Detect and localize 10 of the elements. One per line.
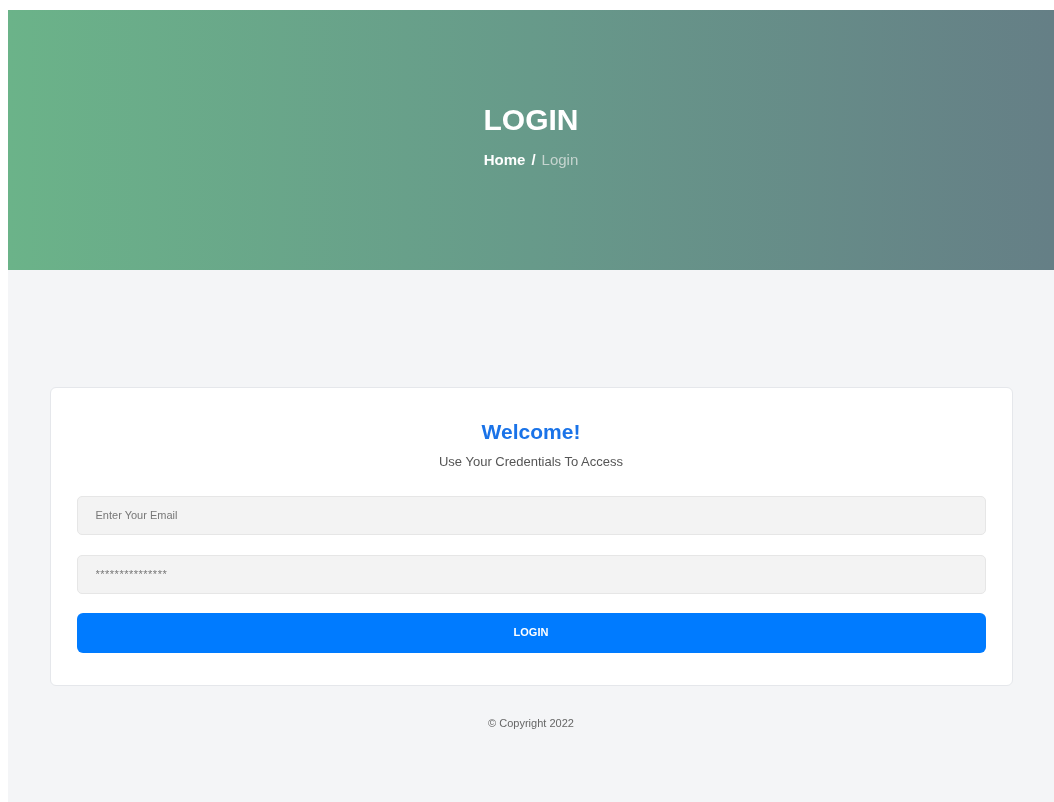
login-button[interactable]: LOGIN: [76, 612, 986, 653]
breadcrumb-link[interactable]: Login: [541, 148, 579, 172]
breadcrumb-link[interactable]: Home: [483, 148, 526, 172]
subtitle: Use Your Credentials To Access: [439, 453, 623, 471]
page-title: LOGIN: [483, 104, 579, 135]
breadcrumb-separator: /: [531, 149, 536, 170]
copyright-text: © Copyright 2022: [488, 716, 574, 731]
email-field[interactable]: Enter Your Email: [76, 495, 986, 535]
welcome-heading: Welcome!: [481, 419, 581, 445]
password-field[interactable]: ***************: [76, 554, 986, 594]
